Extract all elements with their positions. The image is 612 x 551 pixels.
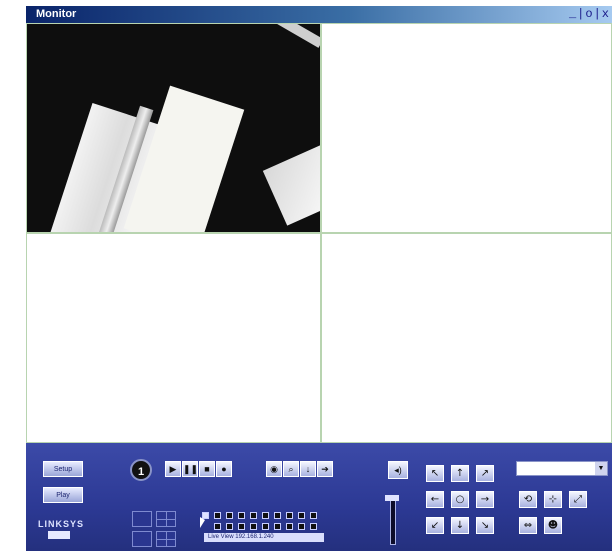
person-icon[interactable]: ☻ <box>544 517 562 534</box>
focus-icon[interactable]: ⟲ <box>519 491 537 508</box>
zoom-icon[interactable]: ⌕ <box>283 461 299 477</box>
video-cell-3[interactable] <box>26 233 321 443</box>
arrow-down-left-icon[interactable]: ↙ <box>426 517 444 534</box>
title-bar: Monitor _|o|x <box>26 6 612 23</box>
channel-checkbox-7[interactable] <box>274 512 281 519</box>
arrow-down-right-icon[interactable]: ↘ <box>476 517 494 534</box>
record-icon[interactable]: ● <box>216 461 232 477</box>
chevron-down-icon[interactable]: ▼ <box>595 462 607 475</box>
channel-checkbox-18[interactable] <box>298 523 305 530</box>
layout-option-3-icon[interactable] <box>132 531 152 547</box>
arrow-up-icon[interactable]: ↑ <box>451 465 469 482</box>
video-cell-2[interactable] <box>321 23 612 233</box>
forward-icon[interactable]: ➔ <box>317 461 333 477</box>
channel-indicator: 1 <box>130 459 152 481</box>
logo-badge <box>48 531 70 539</box>
channel-checkbox-6[interactable] <box>262 512 269 519</box>
channel-checkbox-5[interactable] <box>250 512 257 519</box>
camera-scene-object <box>240 24 320 48</box>
video-cell-4[interactable] <box>321 233 612 443</box>
channel-checkbox-13[interactable] <box>238 523 245 530</box>
volume-slider[interactable] <box>390 499 396 545</box>
iris-icon[interactable]: ⤢ <box>569 491 587 508</box>
window-title: Monitor <box>36 8 77 20</box>
single-layout-icon[interactable] <box>132 511 152 527</box>
channel-checkbox-15[interactable] <box>262 523 269 530</box>
arrow-up-right-icon[interactable]: ↗ <box>476 465 494 482</box>
channel-checkbox-12[interactable] <box>226 523 233 530</box>
channel-checkbox-9[interactable] <box>298 512 305 519</box>
play-button[interactable]: Play <box>43 487 83 503</box>
channel-checkbox-14[interactable] <box>250 523 257 530</box>
window-controls[interactable]: _|o|x <box>569 7 610 22</box>
zoom-fit-icon[interactable]: ⊹ <box>544 491 562 508</box>
video-cell-1[interactable] <box>26 23 321 233</box>
status-bar: Live View 192.168.1.240 <box>204 533 324 542</box>
monitor-window: Monitor _|o|x Setup Play LINKSYS 1 ▶ ❚❚ … <box>26 6 612 551</box>
arrow-down-icon[interactable]: ↓ <box>451 517 469 534</box>
layout-option-4-icon[interactable] <box>156 531 176 547</box>
ptz-home-icon[interactable]: ○ <box>451 491 469 508</box>
snapshot-icon[interactable]: ◉ <box>266 461 282 477</box>
channel-checkbox-2[interactable] <box>214 512 221 519</box>
preset-dropdown[interactable]: ▼ <box>516 461 608 476</box>
mouse-cursor-icon <box>200 517 205 528</box>
channel-checkbox-4[interactable] <box>238 512 245 519</box>
download-icon[interactable]: ↓ <box>300 461 316 477</box>
channel-checkbox-10[interactable] <box>310 512 317 519</box>
control-panel: Setup Play LINKSYS 1 ▶ ❚❚ ■ ● ◉ ⌕ ↓ ➔ ◂) <box>26 443 612 551</box>
channel-checkbox-17[interactable] <box>286 523 293 530</box>
channel-checkbox-16[interactable] <box>274 523 281 530</box>
channel-checkbox-8[interactable] <box>286 512 293 519</box>
setup-button[interactable]: Setup <box>43 461 83 477</box>
brand-logo: LINKSYS <box>38 519 85 529</box>
play-icon[interactable]: ▶ <box>165 461 181 477</box>
arrow-left-icon[interactable]: ← <box>426 491 444 508</box>
channel-checkbox-3[interactable] <box>226 512 233 519</box>
arrow-up-left-icon[interactable]: ↖ <box>426 465 444 482</box>
arrow-right-icon[interactable]: → <box>476 491 494 508</box>
video-grid <box>26 23 612 443</box>
camera-scene-object-2 <box>262 142 320 226</box>
audio-button[interactable]: ◂) <box>388 461 408 479</box>
pause-icon[interactable]: ❚❚ <box>182 461 198 477</box>
quad-layout-icon[interactable] <box>156 511 176 527</box>
volume-slider-knob[interactable] <box>385 495 399 501</box>
channel-checkbox-19[interactable] <box>310 523 317 530</box>
pan-horizontal-icon[interactable]: ⇔ <box>519 517 537 534</box>
stop-icon[interactable]: ■ <box>199 461 215 477</box>
channel-checkbox-11[interactable] <box>214 523 221 530</box>
